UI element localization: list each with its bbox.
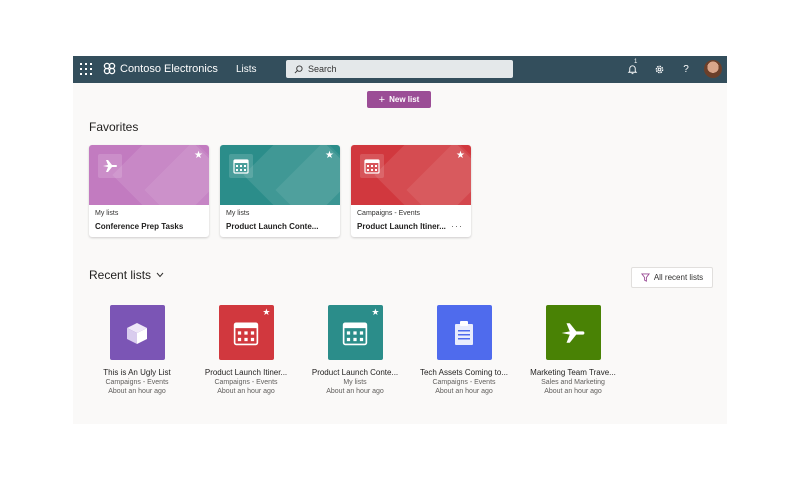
card-banner: ★ — [89, 145, 209, 205]
list-location: Campaigns - Events — [105, 379, 169, 386]
search-placeholder: Search — [308, 64, 337, 74]
calendar-icon — [229, 154, 253, 178]
list-location: Campaigns - Events — [432, 379, 496, 386]
list-tile: ★ — [327, 305, 383, 360]
bell-icon — [627, 64, 637, 74]
card-title: Conference Prep Tasks — [95, 222, 184, 231]
favorite-star-icon[interactable]: ★ — [325, 150, 334, 161]
plus-icon: + — [378, 93, 386, 106]
app-launcher-icon[interactable] — [80, 63, 92, 75]
list-timestamp: About an hour ago — [326, 388, 384, 395]
recent-list-item[interactable]: Tech Assets Coming to... Campaigns - Eve… — [410, 305, 518, 395]
list-timestamp: About an hour ago — [108, 388, 166, 395]
card-banner: ★ — [220, 145, 340, 205]
filter-icon — [640, 273, 650, 282]
list-title: Product Launch Itiner... — [204, 368, 288, 377]
all-recent-lists-label: All recent lists — [653, 273, 704, 282]
notification-count: 1 — [634, 59, 638, 65]
airplane-icon — [98, 154, 122, 178]
recent-list-item[interactable]: ★ Product Launch Itiner... Campaigns - E… — [192, 305, 300, 395]
recent-list-item[interactable]: ★ Product Launch Conte... My lists About… — [301, 305, 409, 395]
avatar[interactable] — [704, 60, 722, 78]
list-timestamp: About an hour ago — [435, 388, 493, 395]
list-tile — [545, 305, 601, 360]
calendar-icon — [360, 154, 384, 178]
card-location: My lists — [95, 210, 119, 217]
search-icon — [294, 64, 303, 73]
list-title: Product Launch Conte... — [311, 368, 399, 377]
favorite-card[interactable]: ★ Campaigns - Events Product Launch Itin… — [351, 145, 471, 237]
card-banner: ★ — [351, 145, 471, 205]
card-title: Product Launch Conte... — [226, 222, 319, 231]
list-timestamp: About an hour ago — [544, 388, 602, 395]
chevron-down-icon — [156, 272, 164, 278]
favorite-card[interactable]: ★ My lists Product Launch Conte... — [220, 145, 340, 237]
search-box[interactable]: Search — [286, 60, 513, 78]
list-tile — [109, 305, 165, 360]
lists-logo-icon — [103, 62, 116, 75]
list-location: My lists — [343, 379, 367, 386]
favorites-heading: Favorites — [89, 120, 139, 134]
favorite-star-icon[interactable]: ★ — [456, 150, 465, 161]
clipboard-icon — [455, 320, 473, 345]
recent-list-item[interactable]: This is An Ugly List Campaigns - Events … — [83, 305, 191, 395]
more-options-button[interactable]: ··· — [451, 221, 463, 231]
list-title: This is An Ugly List — [103, 368, 171, 377]
favorite-star-icon[interactable]: ★ — [262, 307, 270, 318]
airplane-icon — [561, 322, 585, 343]
favorite-card[interactable]: ★ My lists Conference Prep Tasks — [89, 145, 209, 237]
cube-icon — [127, 322, 147, 344]
list-location: Campaigns - Events — [214, 379, 278, 386]
top-bar: Contoso Electronics Lists Search 1 ? — [73, 56, 727, 83]
list-title: Tech Assets Coming to... — [419, 368, 509, 377]
card-location: Campaigns - Events — [357, 210, 421, 217]
favorite-star-icon[interactable]: ★ — [194, 150, 203, 161]
card-title: Product Launch Itiner... — [357, 222, 446, 231]
recent-lists-title: Recent lists — [89, 268, 152, 282]
nav-lists-link[interactable]: Lists — [236, 64, 257, 75]
list-location: Sales and Marketing — [541, 379, 605, 386]
new-list-label: New list — [389, 95, 420, 104]
help-icon: ? — [683, 63, 689, 75]
brand-name: Contoso Electronics — [120, 62, 218, 75]
calendar-icon — [342, 321, 368, 345]
new-list-button[interactable]: + New list — [367, 91, 431, 108]
notifications-button[interactable]: 1 — [625, 59, 639, 76]
brand[interactable]: Contoso Electronics — [103, 62, 218, 75]
recent-list-item[interactable]: Marketing Team Trave... Sales and Market… — [519, 305, 627, 395]
list-tile — [436, 305, 492, 360]
card-location: My lists — [226, 210, 250, 217]
help-button[interactable]: ? — [679, 62, 693, 76]
gear-icon — [655, 65, 663, 73]
settings-button[interactable] — [652, 62, 666, 76]
all-recent-lists-button[interactable]: All recent lists — [631, 267, 713, 288]
favorite-star-icon[interactable]: ★ — [371, 307, 379, 318]
list-title: Marketing Team Trave... — [530, 368, 616, 377]
list-timestamp: About an hour ago — [217, 388, 275, 395]
calendar-icon — [233, 321, 259, 345]
lists-app-window: Contoso Electronics Lists Search 1 ? + N… — [73, 56, 727, 424]
recent-lists-heading[interactable]: Recent lists — [89, 268, 164, 282]
list-tile: ★ — [218, 305, 274, 360]
